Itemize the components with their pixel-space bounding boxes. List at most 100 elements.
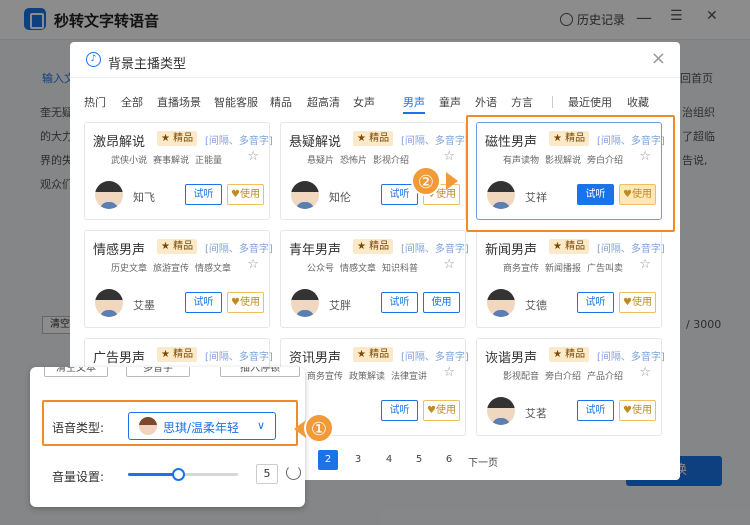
volume-slider-thumb[interactable] [171, 468, 185, 481]
callout-badge-1: ① [304, 413, 334, 443]
tag: 政策解读 [349, 372, 386, 382]
volume-label: 音量设置: [52, 470, 105, 484]
voice-card-name: 广告男声 [93, 351, 146, 366]
clear-text-button[interactable]: 清空文本 [44, 367, 108, 377]
try-listen-button[interactable]: 试听 [185, 184, 222, 205]
use-label: 使用 [435, 189, 456, 200]
premium-badge: ★ 精品 [549, 239, 590, 254]
volume-slider-fill [128, 473, 178, 476]
volume-input[interactable]: 5 [256, 464, 278, 484]
callout-badge-2: ② [411, 166, 441, 196]
voice-card-name: 悬疑解说 [289, 135, 342, 150]
voice-tags: 影视配音 旁白介绍 产品介绍 [503, 369, 629, 382]
voice-attr: [间隔、多音字] [205, 352, 273, 363]
voice-actor-name: 艾茗 [525, 407, 547, 420]
use-button[interactable]: ♥使用 [227, 292, 264, 313]
tab-all[interactable]: 全部 [121, 94, 143, 110]
voice-card-name: 诙谐男声 [485, 351, 538, 366]
try-listen-button[interactable]: 试听 [381, 292, 418, 313]
favorite-star-icon[interactable]: ☆ [443, 149, 455, 164]
voice-attr: [间隔、多音字] [597, 244, 665, 255]
try-listen-button[interactable]: 试听 [381, 400, 418, 421]
volume-slider-track[interactable] [128, 468, 238, 481]
voice-card[interactable]: 悬疑解说 ★ 精品 [间隔、多音字] 悬疑片恐怖片影视介绍 ☆ 知伦 试听 ♥使… [280, 122, 469, 220]
voice-tags: 商务宣传 新闻播报 广告叫卖 [503, 261, 629, 274]
voice-actor-name: 知飞 [133, 191, 155, 204]
favorite-star-icon[interactable]: ☆ [247, 149, 259, 164]
selected-card-highlight [466, 115, 675, 232]
favorite-star-icon[interactable]: ☆ [639, 257, 651, 272]
try-listen-button[interactable]: 试听 [185, 292, 222, 313]
favorite-star-icon[interactable]: ☆ [443, 257, 455, 272]
use-button[interactable]: ♥使用 [619, 400, 656, 421]
voice-actor-name: 知伦 [329, 191, 351, 204]
voice-card[interactable]: 青年男声 ★ 精品 [间隔、多音字] 公众号 情感文章 知识科普 ☆ 艾胖 试听 使… [280, 230, 469, 328]
page-4[interactable]: 4 [379, 450, 399, 470]
page-2[interactable]: 2 [318, 450, 338, 470]
next-page-link[interactable]: 下一页 [468, 454, 498, 469]
tab-service[interactable]: 智能客服 [214, 94, 258, 110]
premium-badge: ★ 精品 [353, 347, 394, 362]
favorite-star-icon[interactable]: ☆ [639, 365, 651, 380]
voice-type-select[interactable]: 思琪/温柔年轻 ∨ [128, 412, 276, 440]
tag: 情感文章 [195, 264, 232, 274]
tab-hot[interactable]: 热门 [84, 94, 106, 110]
page-3[interactable]: 3 [348, 450, 368, 470]
tag: 广告叫卖 [587, 264, 624, 274]
avatar [139, 417, 157, 435]
tab-female[interactable]: 女声 [353, 94, 375, 110]
avatar [487, 289, 515, 317]
tag: 商务宣传 [307, 372, 344, 382]
close-icon[interactable]: × [651, 48, 666, 69]
use-label: 使用 [631, 297, 652, 308]
tag: 赛事解说 [153, 156, 190, 166]
reset-icon[interactable] [286, 465, 301, 480]
voice-attr: [间隔、多音字] [401, 136, 469, 147]
use-label: 使用 [435, 405, 456, 416]
tab-child[interactable]: 童声 [439, 94, 461, 110]
voice-attr: [间隔、多音字] [401, 352, 469, 363]
voice-actor-name: 艾胖 [329, 299, 351, 312]
favorite-star-icon[interactable]: ☆ [443, 365, 455, 380]
premium-badge: ★ 精品 [157, 347, 198, 362]
favorite-star-icon[interactable]: ☆ [247, 257, 259, 272]
tab-hd[interactable]: 超高清 [307, 94, 340, 110]
use-button[interactable]: 使用 [423, 292, 460, 313]
voice-attr: [间隔、多音字] [205, 136, 273, 147]
page-6[interactable]: 6 [439, 450, 459, 470]
page-5[interactable]: 5 [409, 450, 429, 470]
avatar [95, 181, 123, 209]
tag: 产品介绍 [587, 372, 624, 382]
tag: 武侠小说 [111, 156, 148, 166]
polyphone-button[interactable]: 多音字 [126, 367, 190, 377]
tag: 影视配音 [503, 372, 540, 382]
insert-pause-button[interactable]: 插入停顿 [220, 367, 300, 377]
dialog-header: ♪ 背景主播类型 × [70, 42, 680, 78]
avatar [487, 397, 515, 425]
voice-card[interactable]: 情感男声 ★ 精品 [间隔、多音字] 历史文章 旅游宣传 情感文章 ☆ 艾墨 试听 … [84, 230, 273, 328]
tab-favorites[interactable]: 收藏 [627, 94, 649, 110]
premium-badge: ★ 精品 [549, 347, 590, 362]
avatar [95, 289, 123, 317]
tab-foreign[interactable]: 外语 [475, 94, 497, 110]
use-button[interactable]: ♥使用 [619, 292, 656, 313]
voice-card[interactable]: 诙谐男声 ★ 精品 [间隔、多音字] 影视配音 旁白介绍 产品介绍 ☆ 艾茗 试听 … [476, 338, 665, 436]
tab-recent[interactable]: 最近使用 [568, 94, 612, 110]
tab-live[interactable]: 直播场景 [157, 94, 201, 110]
voice-attr: [间隔、多音字] [401, 244, 469, 255]
use-button[interactable]: ♥使用 [227, 184, 264, 205]
use-button[interactable]: ♥使用 [423, 400, 460, 421]
tab-dialect[interactable]: 方言 [511, 94, 533, 110]
tab-premium[interactable]: 精品 [270, 94, 292, 110]
tag: 商务宣传 [503, 264, 540, 274]
callout-arrow [446, 172, 458, 190]
tab-male[interactable]: 男声 [403, 94, 425, 110]
voice-card[interactable]: 激昂解说 ★ 精品 [间隔、多音字] 武侠小说 赛事解说 正能量 ☆ 知飞 试听 ♥… [84, 122, 273, 220]
try-listen-button[interactable]: 试听 [577, 292, 614, 313]
voice-card[interactable]: 新闻男声 ★ 精品 [间隔、多音字] 商务宣传 新闻播报 广告叫卖 ☆ 艾德 试听 … [476, 230, 665, 328]
premium-badge: ★ 精品 [157, 239, 198, 254]
tag: 正能量 [195, 156, 223, 166]
try-listen-button[interactable]: 试听 [577, 400, 614, 421]
use-label: 使用 [239, 189, 260, 200]
tag: 影视介绍 [373, 156, 410, 166]
